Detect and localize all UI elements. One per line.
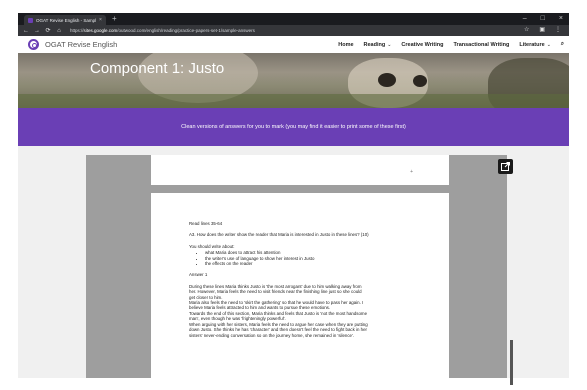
should-write: You should write about: [189,243,235,249]
nav-literature-label: Literature [519,41,545,48]
address-bar-row: ← → ⟳ ⌂ https://sites.google.com/outwood… [18,25,569,36]
menu-dots-icon[interactable]: ⋮ [555,25,561,36]
open-external-icon [501,162,510,171]
title-bar: OGAT Revise English - Sample a × + – □ × [18,13,569,25]
tab-close-icon[interactable]: × [99,17,102,23]
favicon-icon [28,17,33,23]
browser-tab[interactable]: OGAT Revise English - Sample a × [24,15,106,25]
hero-image-shape [413,75,427,87]
chevron-down-icon: ⌄ [387,41,392,48]
home-icon[interactable]: ⌂ [56,28,62,34]
nav-transactional-writing[interactable]: Transactional Writing [454,42,510,48]
page-title: Component 1: Justo [90,60,225,77]
nav-creative-writing-label: Creative Writing [401,41,444,48]
document-viewer[interactable]: + Read lines 35-64 A3. How does the writ… [86,155,513,385]
url-path: /outwood.com/english/reading/practice-pa… [117,28,255,33]
site-brand[interactable]: OGAT Revise English [45,40,117,49]
nav-literature[interactable]: Literature ⌄ [519,42,551,48]
hero-banner: Component 1: Justo [18,53,569,108]
nav-home[interactable]: Home [338,42,353,48]
url-prefix: https:// [70,28,84,33]
hero-image-shape [378,73,396,87]
site-header: OGAT Revise English Home Reading ⌄ Creati… [18,36,569,53]
bullet-list: what Maria does to attract his attention… [189,250,414,266]
search-icon[interactable]: ⌕ [561,41,564,48]
read-lines: Read lines 35-64 [189,221,223,226]
site-nav: Home Reading ⌄ Creative Writing Transacti… [338,36,564,53]
nav-reading-label: Reading [363,41,386,48]
answer-heading: Answer 1 [189,272,208,278]
answer-line: sisters' never-ending conversation so on… [189,332,355,338]
bookmark-star-icon[interactable]: ☆ [524,25,529,36]
nav-reading[interactable]: Reading ⌄ [364,42,392,48]
site-logo-icon[interactable] [28,39,39,50]
document-page: + [151,155,449,185]
extension-icon[interactable]: ▣ [539,25,545,36]
maximize-button[interactable]: □ [541,13,545,24]
nav-home-label: Home [338,41,354,48]
viewer-scrollbar[interactable] [510,340,513,385]
close-window-button[interactable]: × [559,13,563,24]
list-item: the effects on the reader [205,261,414,266]
document-page: Read lines 35-64 A3. How does the writer… [151,193,449,383]
reload-icon[interactable]: ⟳ [45,27,51,34]
forward-icon[interactable]: → [34,28,40,34]
page-mark: + [410,169,413,175]
browser-window: OGAT Revise English - Sample a × + – □ ×… [18,13,569,385]
url-field[interactable]: https://sites.google.com/outwood.com/eng… [70,28,255,33]
document-text: Read lines 35-64 A3. How does the writer… [189,221,414,338]
back-icon[interactable]: ← [23,28,29,34]
content-area: + Read lines 35-64 A3. How does the writ… [18,146,569,385]
tab-title: OGAT Revise English - Sample a [36,17,96,23]
open-in-new-window-button[interactable] [498,159,513,174]
new-tab-button[interactable]: + [112,14,117,23]
answer-text: During these lines Maria thinks Justo is… [189,284,414,338]
info-banner: Clean versions of answers for you to mar… [18,108,569,146]
nav-creative-writing[interactable]: Creative Writing [401,42,443,48]
minimize-button[interactable]: – [523,13,527,24]
question: A3. How does the writer show the reader … [189,232,369,238]
url-host: sites.google.com [83,28,118,33]
info-banner-text: Clean versions of answers for you to mar… [181,124,406,130]
hero-image-shape [18,94,569,108]
chevron-down-icon: ⌄ [546,41,551,48]
nav-transactional-writing-label: Transactional Writing [453,41,510,48]
